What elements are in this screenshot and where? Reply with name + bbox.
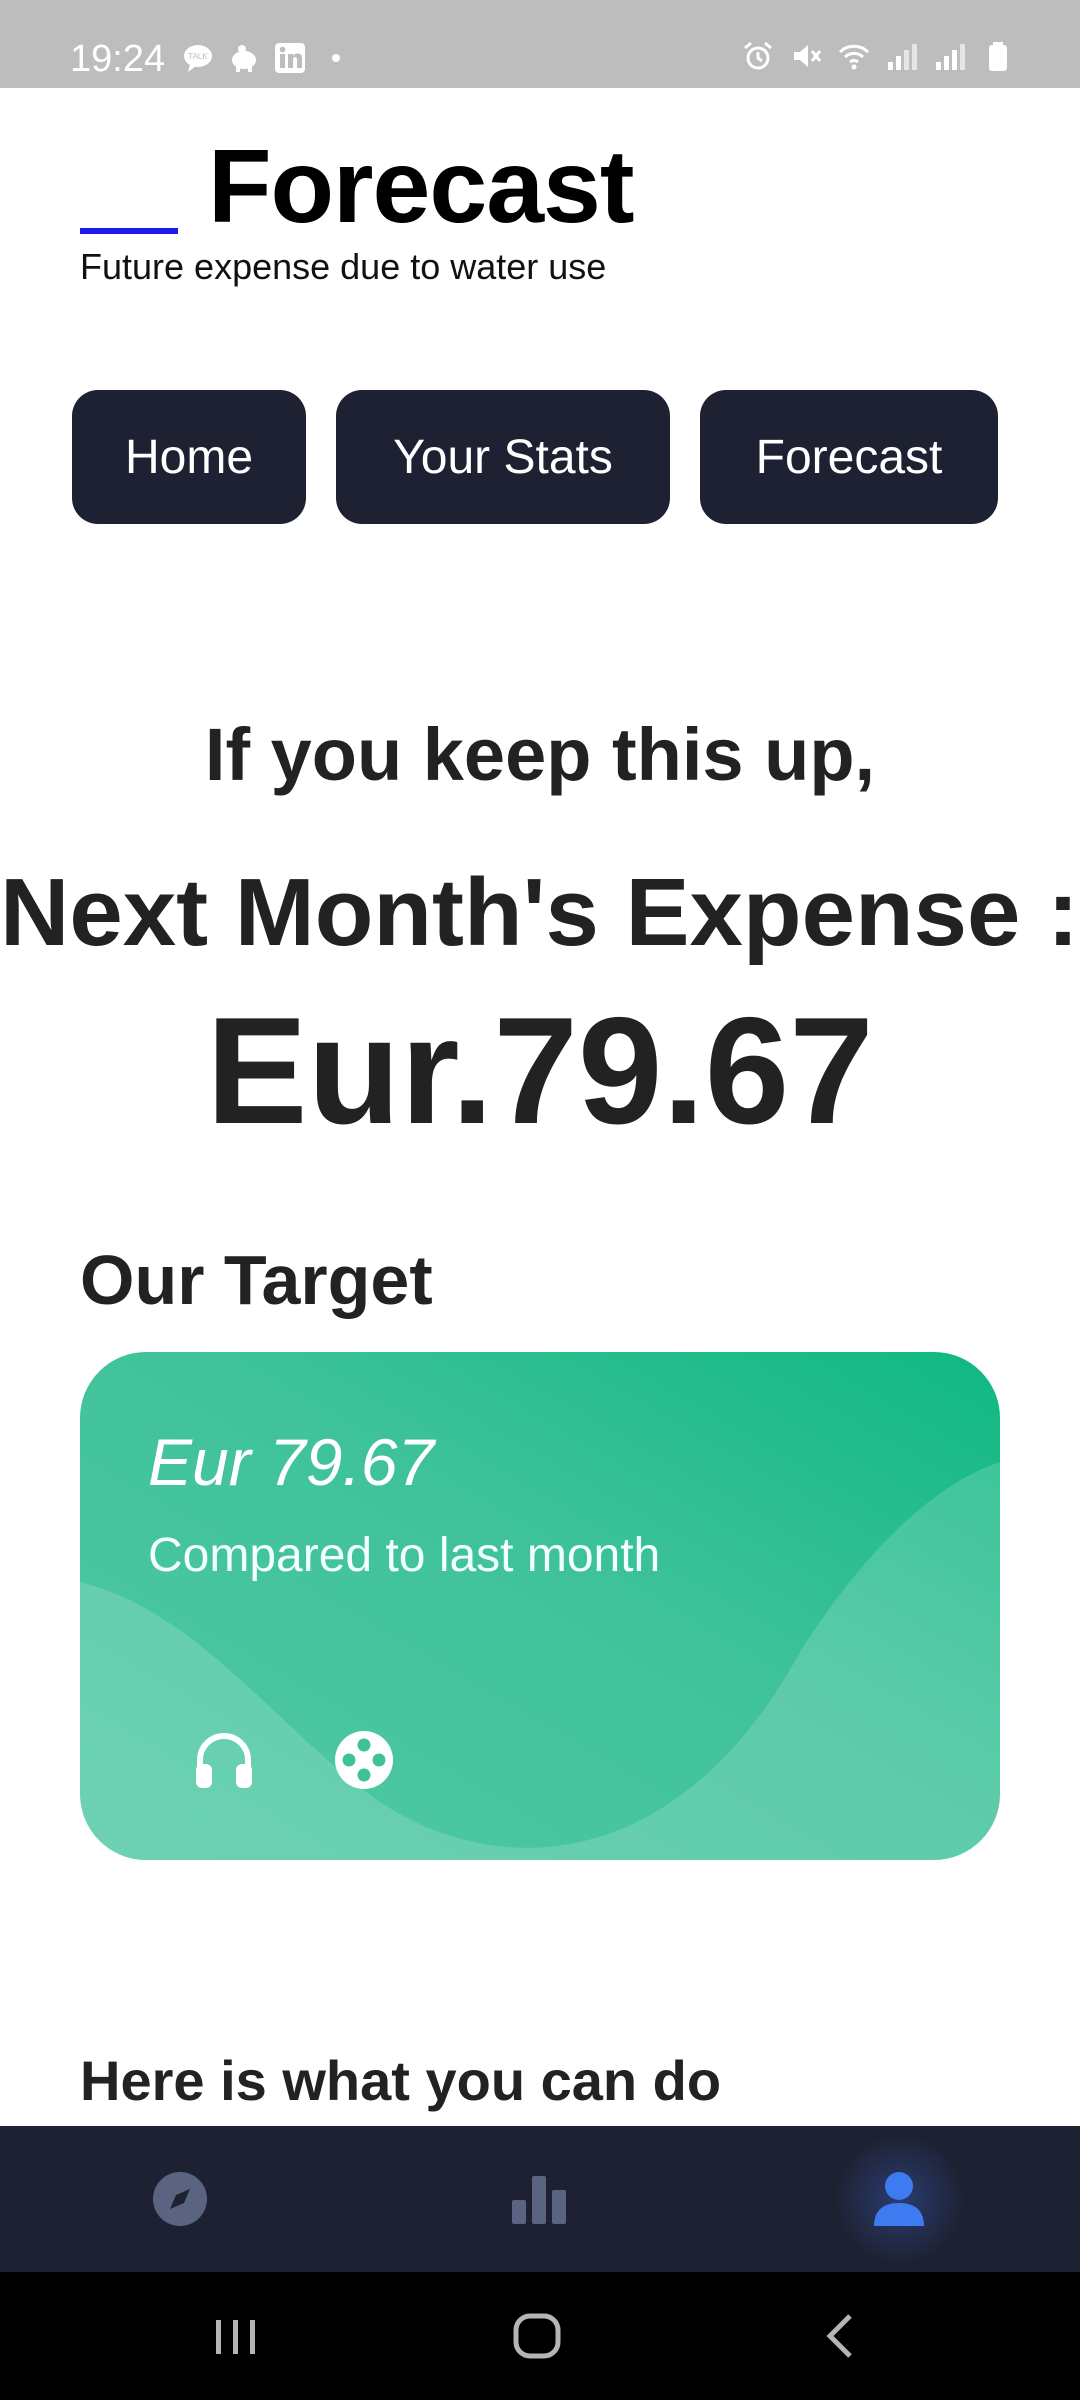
your-stats-button[interactable]: Your Stats: [336, 390, 670, 524]
expense-amount: Eur.79.67: [206, 986, 874, 1156]
target-amount: Eur 79.67: [148, 1425, 435, 1499]
svg-text:TALK: TALK: [188, 52, 208, 61]
keep-up-text: If you keep this up,: [204, 713, 876, 796]
signal-icon: [886, 40, 918, 72]
bottom-nav: [0, 2126, 1080, 2272]
film-reel-icon[interactable]: [332, 1728, 396, 1792]
todo-heading: Here is what you can do: [80, 2049, 722, 2112]
status-left-icons: TALK: [182, 42, 352, 74]
piggy-icon: [228, 42, 260, 74]
alarm-icon: [742, 40, 774, 72]
page-title: Forecast: [208, 129, 635, 245]
forecast-button[interactable]: Forecast: [700, 390, 998, 524]
profile-icon[interactable]: [866, 2166, 932, 2232]
dot-icon: [320, 42, 352, 74]
status-right-icons: [742, 40, 1014, 72]
target-compare-text: Compared to last month: [148, 1529, 661, 1582]
home-icon[interactable]: [508, 2306, 568, 2366]
home-button[interactable]: Home: [72, 390, 306, 524]
battery-icon: [982, 40, 1014, 72]
target-heading: Our Target: [80, 1241, 433, 1319]
nav-buttons: Home Your Stats Forecast: [72, 390, 998, 524]
status-bar: 19:24 TALK: [0, 0, 1080, 88]
title-accent-line: [80, 228, 178, 234]
back-icon[interactable]: [812, 2306, 872, 2366]
wifi-icon: [838, 40, 870, 72]
page-subtitle: Future expense due to water use: [80, 246, 607, 287]
bar-chart-icon[interactable]: [506, 2166, 572, 2232]
system-nav: [0, 2272, 1080, 2400]
headphones-icon[interactable]: [192, 1728, 256, 1792]
recents-icon[interactable]: [206, 2306, 266, 2366]
signal-icon: [934, 40, 966, 72]
status-time: 19:24: [70, 38, 166, 80]
mute-icon: [790, 40, 822, 72]
target-card[interactable]: Eur 79.67 Compared to last month: [80, 1352, 1000, 1860]
compass-icon[interactable]: [147, 2166, 213, 2232]
linkedin-icon: [274, 42, 306, 74]
talk-icon: TALK: [182, 42, 214, 74]
next-month-label: Next Month's Expense :: [0, 859, 1080, 966]
